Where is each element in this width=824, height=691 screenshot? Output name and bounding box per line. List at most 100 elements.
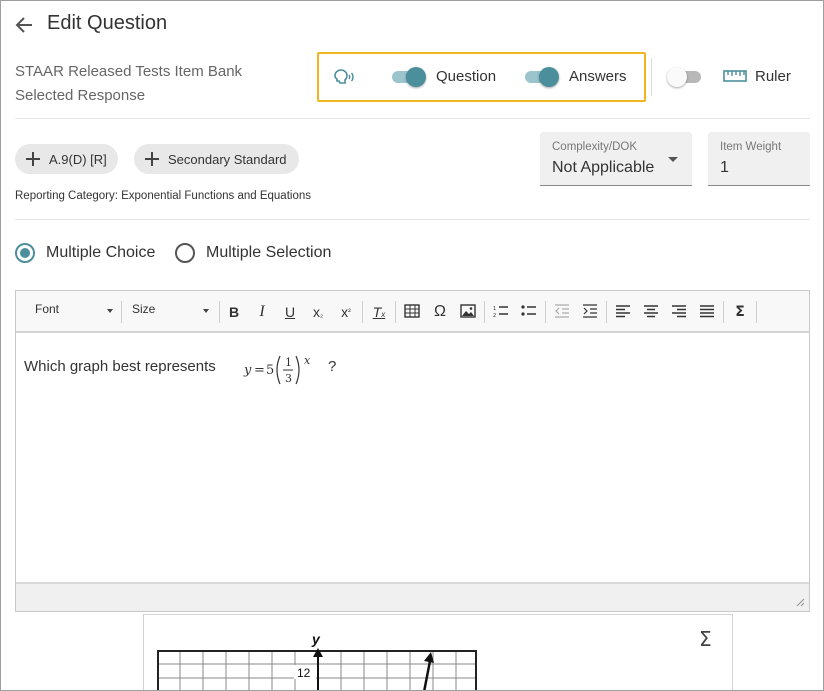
align-right-icon <box>672 305 686 318</box>
table-button[interactable] <box>402 302 422 322</box>
divider <box>15 219 810 220</box>
plus-icon <box>25 151 41 167</box>
answer-graph: y 12 <box>157 631 477 690</box>
align-left-icon <box>616 305 630 318</box>
decrease-indent-icon <box>555 304 569 318</box>
superscript-button[interactable]: x² <box>336 302 356 322</box>
question-toggle-label: Question <box>436 68 497 85</box>
editor-status-bar <box>16 582 809 611</box>
question-editor: Font Size B I U x₂ x² Tx Ω 1 2 Σ Which g… <box>15 290 810 612</box>
y-axis-label: y <box>311 631 321 647</box>
complexity-label: Complexity/DOK <box>552 141 637 153</box>
complexity-value: Not Applicable <box>552 159 655 176</box>
item-weight-field[interactable]: Item Weight 1 <box>708 132 810 186</box>
formula-denominator: 3 <box>285 372 292 385</box>
secondary-standard-chip[interactable]: Secondary Standard <box>134 144 299 174</box>
question-text: Which graph best represents <box>24 358 216 375</box>
toolbar-divider <box>219 301 220 323</box>
multiple-selection-label: Multiple Selection <box>206 244 332 261</box>
math-editor-icon[interactable]: Σ <box>699 627 712 651</box>
item-weight-value: 1 <box>720 159 729 176</box>
question-toggle[interactable] <box>390 67 426 87</box>
size-select[interactable]: Size <box>132 302 209 320</box>
formula-exponent: x <box>304 354 311 367</box>
item-weight-label: Item Weight <box>720 141 782 153</box>
remove-format-button[interactable]: Tx <box>369 302 389 322</box>
math-formula[interactable]: y = 5 1 3 x <box>243 352 323 388</box>
numbered-list-icon: 12 <box>493 306 508 318</box>
svg-text:1: 1 <box>493 306 496 312</box>
primary-standard-chip[interactable]: A.9(D) [R] <box>15 144 118 174</box>
special-character-button[interactable]: Ω <box>430 302 450 322</box>
y-tick-label: 12 <box>297 666 311 680</box>
toolbar-divider <box>723 301 724 323</box>
increase-indent-button[interactable] <box>580 302 600 322</box>
bulleted-list-button[interactable] <box>519 302 539 322</box>
question-mark: ? <box>328 358 337 375</box>
numbered-list-button[interactable]: 12 <box>491 302 511 322</box>
ruler-toggle[interactable] <box>667 67 703 87</box>
toolbar-divider <box>756 301 757 323</box>
editor-toolbar: Font Size B I U x₂ x² Tx Ω 1 2 Σ <box>16 291 809 333</box>
italic-button[interactable]: I <box>252 302 272 322</box>
justify-icon <box>700 305 714 318</box>
svg-text:2: 2 <box>493 313 496 318</box>
primary-standard-label: A.9(D) [R] <box>49 151 107 167</box>
align-right-button[interactable] <box>669 302 689 322</box>
back-arrow-icon[interactable] <box>13 14 35 36</box>
font-select-label: Font <box>35 302 60 316</box>
item-bank-name: STAAR Released Tests Item Bank <box>15 63 243 80</box>
page-title: Edit Question <box>47 12 168 34</box>
plus-icon <box>144 151 160 167</box>
formula-numerator: 1 <box>285 356 292 369</box>
formula-coef: 5 <box>266 363 274 378</box>
table-icon <box>404 304 420 318</box>
item-type: Selected Response <box>15 87 146 104</box>
align-center-button[interactable] <box>641 302 661 322</box>
image-button[interactable] <box>458 302 478 322</box>
decrease-indent-button[interactable] <box>552 302 572 322</box>
edit-question-panel: Edit Question STAAR Released Tests Item … <box>0 0 824 691</box>
toggle-knob <box>539 67 559 87</box>
toolbar-divider <box>606 301 607 323</box>
toggle-knob <box>667 67 687 87</box>
toolbar-divider <box>121 301 122 323</box>
toolbar-divider <box>484 301 485 323</box>
multiple-choice-radio[interactable] <box>15 243 35 263</box>
increase-indent-icon <box>583 304 597 318</box>
underline-button[interactable]: U <box>280 302 300 322</box>
ruler-icon[interactable] <box>723 69 747 83</box>
size-select-label: Size <box>132 302 156 316</box>
ruler-label: Ruler <box>755 68 791 85</box>
resize-handle-icon[interactable] <box>795 597 805 607</box>
font-select[interactable]: Font <box>35 302 113 320</box>
bold-button[interactable]: B <box>224 302 244 322</box>
justify-button[interactable] <box>697 302 717 322</box>
multiple-selection-radio[interactable] <box>175 243 195 263</box>
complexity-select[interactable]: Complexity/DOK Not Applicable <box>540 132 692 186</box>
align-center-icon <box>644 305 658 318</box>
text-to-speech-icon[interactable] <box>332 67 356 87</box>
secondary-standard-label: Secondary Standard <box>168 151 287 167</box>
chevron-down-icon <box>203 309 209 313</box>
image-icon <box>460 304 476 318</box>
multiple-choice-label: Multiple Choice <box>46 244 156 261</box>
answers-toggle-label: Answers <box>569 68 627 85</box>
editor-content-area[interactable]: Which graph best represents y = 5 1 3 x … <box>16 335 809 582</box>
answers-toggle[interactable] <box>523 67 559 87</box>
align-left-button[interactable] <box>613 302 633 322</box>
chevron-down-icon <box>107 309 113 313</box>
svg-text:=: = <box>254 363 265 378</box>
toolbar-divider <box>395 301 396 323</box>
reporting-category: Reporting Category: Exponential Function… <box>15 190 311 202</box>
formula-var: y <box>243 363 252 378</box>
bulleted-list-icon <box>521 305 536 316</box>
divider <box>15 118 810 119</box>
toggle-knob <box>406 67 426 87</box>
toolbar-divider <box>362 301 363 323</box>
divider <box>651 58 652 96</box>
subscript-button[interactable]: x₂ <box>308 302 328 322</box>
item-bank-info: STAAR Released Tests Item Bank Selected … <box>15 60 242 108</box>
math-editor-button[interactable]: Σ <box>730 302 750 322</box>
toolbar-divider <box>545 301 546 323</box>
